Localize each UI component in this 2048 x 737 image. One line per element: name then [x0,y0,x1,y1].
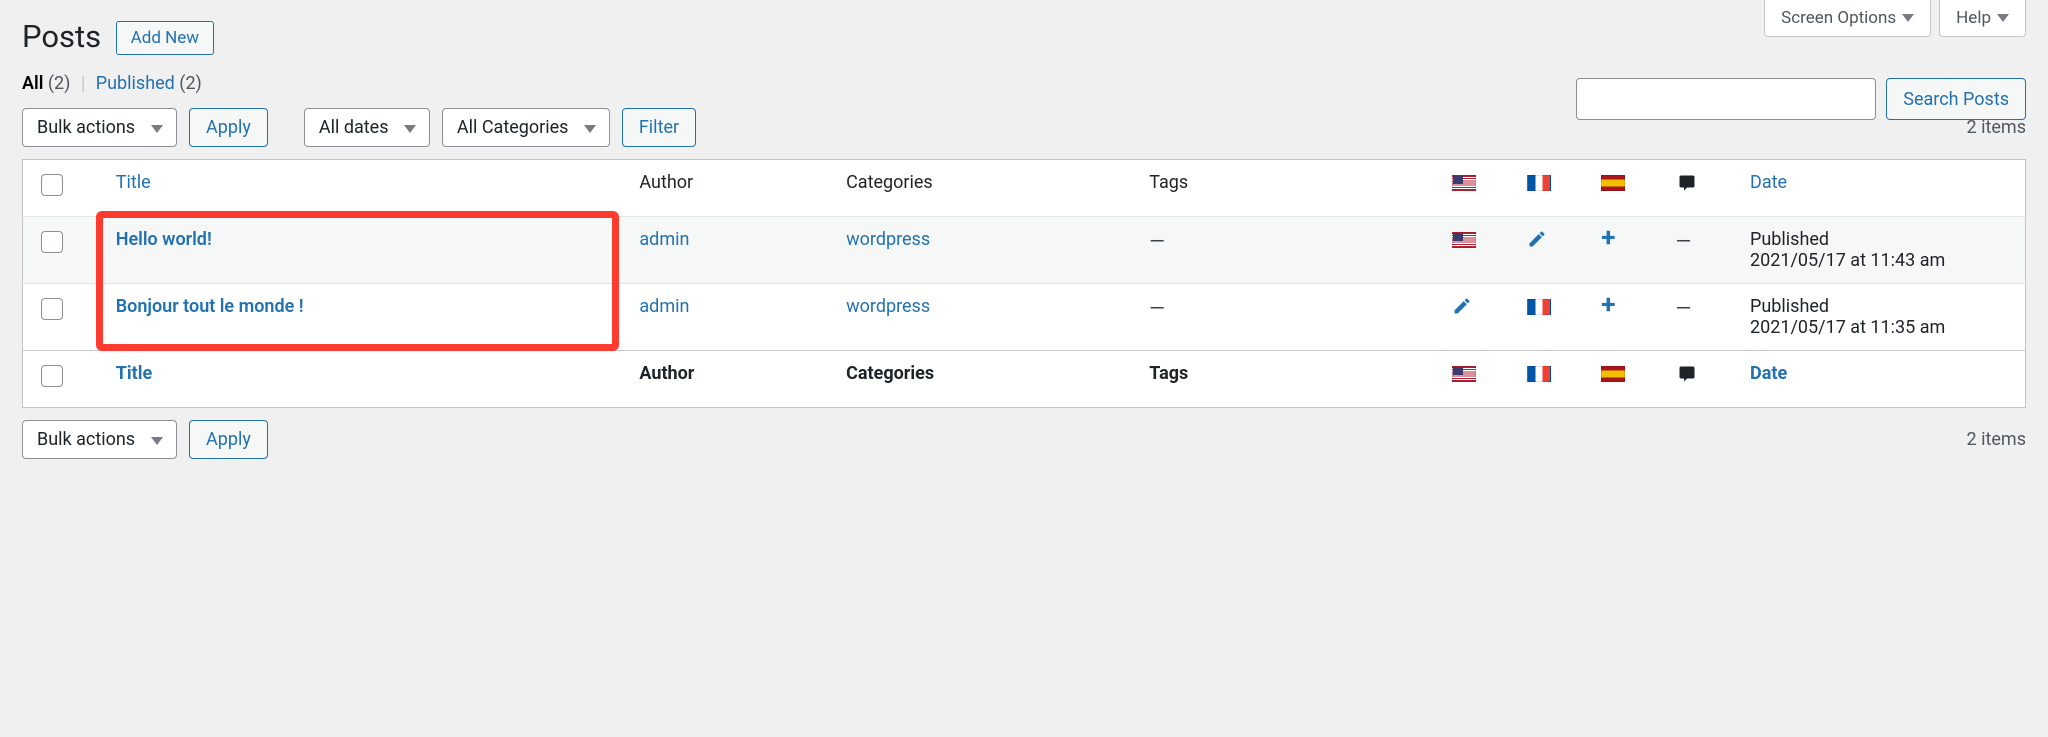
col-date[interactable]: Date [1750,363,1787,384]
col-lang-es [1587,160,1661,217]
screen-options-label: Screen Options [1781,8,1896,28]
col-author: Author [625,351,832,408]
date-status: Published [1750,229,2011,250]
col-author: Author [625,160,832,217]
flag-us-icon[interactable] [1452,232,1476,248]
comment-icon [1676,365,1698,383]
col-categories: Categories [832,351,1135,408]
search-input[interactable] [1576,78,1876,120]
date-status: Published [1750,296,2011,317]
help-button[interactable]: Help [1939,0,2026,37]
col-lang-fr [1513,160,1587,217]
comment-icon [1676,174,1698,192]
comments-empty: — [1676,229,1692,253]
items-count-top: 2 items [1967,117,2026,138]
dates-select[interactable]: All dates [304,108,430,147]
flag-es-icon [1601,366,1625,382]
categories-select[interactable]: All Categories [442,108,610,147]
help-label: Help [1956,8,1991,28]
filter-button[interactable]: Filter [622,108,696,147]
category-link[interactable]: wordpress [846,296,930,317]
col-lang-us [1438,160,1512,217]
chevron-down-icon [1997,14,2009,22]
col-categories: Categories [832,160,1135,217]
date-value: 2021/05/17 at 11:43 am [1750,250,2011,271]
table-row: Hello world! admin wordpress — + — Publi… [23,217,2026,284]
select-all-checkbox[interactable] [41,174,63,196]
flag-us-icon [1452,175,1476,191]
plus-icon[interactable]: + [1601,223,1615,253]
col-comments [1662,160,1736,217]
items-count-bottom: 2 items [1967,429,2026,450]
flag-es-icon [1601,175,1625,191]
plus-icon[interactable]: + [1601,290,1615,320]
pencil-icon[interactable] [1527,233,1547,254]
apply-button[interactable]: Apply [189,108,268,147]
table-row: Bonjour tout le monde ! admin wordpress … [23,284,2026,351]
flag-fr-icon [1527,366,1551,382]
chevron-down-icon [1902,14,1914,22]
screen-options-button[interactable]: Screen Options [1764,0,1931,37]
col-tags: Tags [1135,160,1438,217]
flag-fr-icon [1527,175,1551,191]
flag-us-icon [1452,366,1476,382]
bulk-actions-select-bottom[interactable]: Bulk actions [22,420,177,459]
filter-published[interactable]: Published (2) [96,73,202,94]
date-value: 2021/05/17 at 11:35 am [1750,317,2011,338]
post-title-link[interactable]: Hello world! [116,229,212,250]
col-tags: Tags [1135,351,1438,408]
row-checkbox[interactable] [41,231,63,253]
post-title-link[interactable]: Bonjour tout le monde ! [116,296,304,317]
tags-empty: — [1149,229,1165,253]
col-date[interactable]: Date [1750,172,1787,193]
col-title[interactable]: Title [116,363,153,384]
add-new-button[interactable]: Add New [116,21,214,55]
page-title: Posts [22,0,101,67]
search-button[interactable]: Search Posts [1886,78,2026,120]
row-checkbox[interactable] [41,298,63,320]
select-all-checkbox-foot[interactable] [41,365,63,387]
posts-table: Title Author Categories Tags Date Hello … [22,159,2026,408]
bulk-actions-select[interactable]: Bulk actions [22,108,177,147]
apply-button-bottom[interactable]: Apply [189,420,268,459]
flag-fr-icon[interactable] [1527,299,1551,315]
author-link[interactable]: admin [639,296,689,317]
col-title[interactable]: Title [116,172,151,193]
filter-all[interactable]: All (2) [22,73,75,94]
comments-empty: — [1676,296,1692,320]
author-link[interactable]: admin [639,229,689,250]
pencil-icon[interactable] [1452,300,1472,321]
tags-empty: — [1149,296,1165,320]
category-link[interactable]: wordpress [846,229,930,250]
